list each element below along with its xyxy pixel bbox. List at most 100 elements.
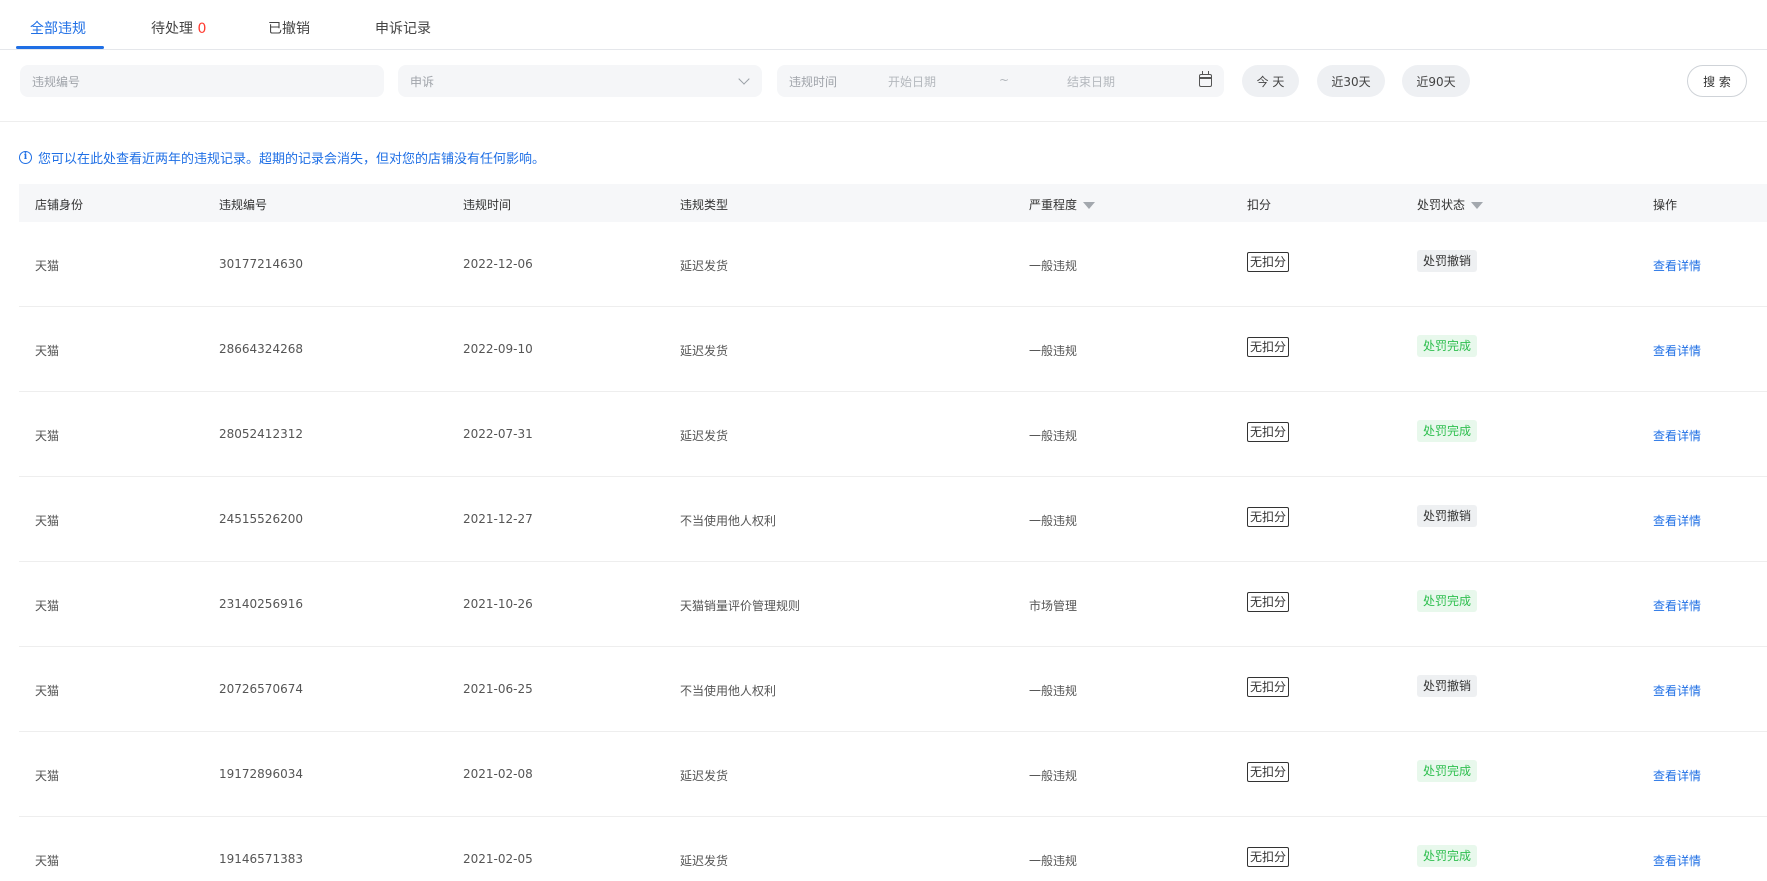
view-details-link[interactable]: 查看详情	[1653, 257, 1701, 274]
points-badge: 无扣分	[1247, 592, 1290, 612]
violation-records-page: 全部违规 待处理 0 已撤销 申诉记录 违规编号 申诉 违规时间 开始日期 ~ …	[0, 0, 1767, 881]
table-row: 天猫 30177214630 2022-12-06 延迟发货 一般违规 无扣分 处罚撤销 查看…	[19, 222, 1767, 307]
points-badge: 无扣分	[1247, 507, 1290, 527]
severity-cell: 一般违规	[1029, 259, 1078, 273]
penalty-status-badge: 处罚完成	[1417, 335, 1478, 357]
info-icon: i	[19, 151, 32, 164]
violation-type-cell: 不当使用他人权利	[680, 684, 777, 698]
points-badge: 无扣分	[1247, 847, 1290, 867]
end-date-input[interactable]: 结束日期	[1067, 73, 1115, 90]
severity-cell: 一般违规	[1029, 769, 1078, 783]
table-row: 天猫 28664324268 2022-09-10 延迟发货 一般违规 无扣分 处罚完成 查看…	[19, 307, 1767, 392]
points-badge: 无扣分	[1247, 422, 1290, 442]
violation-type-cell: 延迟发货	[680, 259, 729, 273]
shop-identity-cell: 天猫	[35, 684, 60, 698]
tab-pending[interactable]: 待处理 0	[151, 18, 206, 38]
quick-range-90-days-button[interactable]: 近90天	[1402, 65, 1470, 97]
violation-number-input[interactable]: 违规编号	[20, 65, 384, 97]
severity-cell: 一般违规	[1029, 684, 1078, 698]
start-date-input[interactable]: 开始日期	[888, 73, 936, 90]
col-header-action: 操作	[1653, 198, 1678, 212]
penalty-status-badge: 处罚完成	[1417, 420, 1478, 442]
col-header-points: 扣分	[1247, 198, 1272, 212]
tab-label: 全部违规	[30, 21, 86, 37]
tab-bar: 全部违规 待处理 0 已撤销 申诉记录	[0, 0, 1767, 50]
violation-number-placeholder: 违规编号	[32, 74, 81, 89]
violation-time-cell: 2022-07-31	[463, 427, 533, 441]
violation-type-cell: 延迟发货	[680, 429, 729, 443]
points-badge: 无扣分	[1247, 677, 1290, 697]
col-header-violation-type: 违规类型	[680, 198, 729, 212]
view-details-link[interactable]: 查看详情	[1653, 342, 1701, 359]
tab-revoked[interactable]: 已撤销	[268, 18, 310, 38]
violation-time-cell: 2022-09-10	[463, 342, 533, 356]
violation-time-cell: 2021-02-05	[463, 852, 533, 866]
col-header-penalty-status[interactable]: 处罚状态	[1417, 196, 1484, 213]
quick-range-today-button[interactable]: 今 天	[1242, 65, 1299, 97]
violation-number-cell: 30177214630	[219, 257, 303, 271]
severity-cell: 一般违规	[1029, 344, 1078, 358]
filter-icon[interactable]	[1471, 202, 1484, 209]
tab-label: 申诉记录	[375, 21, 431, 37]
filter-icon[interactable]	[1083, 202, 1096, 209]
table-header: 店铺身份 违规编号 违规时间 违规类型 严重程度 扣分 处罚状态 操作	[19, 184, 1767, 222]
tab-label: 待处理	[151, 21, 193, 37]
points-badge: 无扣分	[1247, 762, 1290, 782]
appeal-select[interactable]: 申诉	[398, 65, 762, 97]
quick-range-30-days-button[interactable]: 近30天	[1317, 65, 1385, 97]
shop-identity-cell: 天猫	[35, 599, 60, 613]
penalty-status-badge: 处罚完成	[1417, 760, 1478, 782]
view-details-link[interactable]: 查看详情	[1653, 512, 1701, 529]
quick-range-label: 近30天	[1331, 74, 1371, 89]
table-row: 天猫 23140256916 2021-10-26 天猫销量评价管理规则 市场管理 无扣分…	[19, 562, 1767, 647]
search-button[interactable]: 搜 索	[1687, 65, 1747, 97]
shop-identity-cell: 天猫	[35, 344, 60, 358]
points-badge: 无扣分	[1247, 337, 1290, 357]
chevron-down-icon	[738, 73, 750, 85]
pending-count-badge: 0	[197, 21, 207, 37]
quick-range-label: 今 天	[1256, 74, 1285, 89]
col-header-severity[interactable]: 严重程度	[1029, 196, 1096, 213]
table-row: 天猫 20726570674 2021-06-25 不当使用他人权利 一般违规 无扣分 处罚…	[19, 647, 1767, 732]
violation-type-cell: 延迟发货	[680, 854, 729, 868]
violation-number-cell: 28664324268	[219, 342, 303, 356]
points-badge: 无扣分	[1247, 252, 1290, 272]
violation-number-cell: 19172896034	[219, 767, 303, 781]
violation-number-cell: 19146571383	[219, 852, 303, 866]
tab-appeal-records[interactable]: 申诉记录	[375, 18, 431, 38]
violation-time-cell: 2021-12-27	[463, 512, 533, 526]
violation-time-cell: 2021-02-08	[463, 767, 533, 781]
retention-notice-text: 您可以在此处查看近两年的违规记录。超期的记录会消失，但对您的店铺没有任何影响。	[38, 152, 546, 167]
view-details-link[interactable]: 查看详情	[1653, 852, 1701, 869]
table-row: 天猫 28052412312 2022-07-31 延迟发货 一般违规 无扣分 处罚完成 查看…	[19, 392, 1767, 477]
penalty-status-badge: 处罚完成	[1417, 845, 1478, 867]
violation-time-cell: 2022-12-06	[463, 257, 533, 271]
retention-notice: i 您可以在此处查看近两年的违规记录。超期的记录会消失，但对您的店铺没有任何影响…	[19, 148, 545, 167]
violation-number-cell: 28052412312	[219, 427, 303, 441]
appeal-select-value: 申诉	[410, 74, 435, 89]
tab-all-violations[interactable]: 全部违规	[30, 18, 86, 38]
severity-cell: 一般违规	[1029, 854, 1078, 868]
violation-number-cell: 24515526200	[219, 512, 303, 526]
shop-identity-cell: 天猫	[35, 514, 60, 528]
active-tab-indicator	[16, 46, 104, 49]
violation-type-cell: 延迟发货	[680, 344, 729, 358]
table-row: 天猫 19146571383 2021-02-05 延迟发货 一般违规 无扣分 处罚完成 查看…	[19, 817, 1767, 881]
date-range-label: 违规时间	[789, 74, 838, 89]
view-details-link[interactable]: 查看详情	[1653, 682, 1701, 699]
severity-cell: 一般违规	[1029, 429, 1078, 443]
penalty-status-badge: 处罚完成	[1417, 590, 1478, 612]
view-details-link[interactable]: 查看详情	[1653, 427, 1701, 444]
violation-type-cell: 延迟发货	[680, 769, 729, 783]
penalty-status-badge: 处罚撤销	[1417, 250, 1478, 272]
violation-type-cell: 不当使用他人权利	[680, 514, 777, 528]
col-header-violation-no: 违规编号	[219, 198, 268, 212]
table-row: 天猫 19172896034 2021-02-08 延迟发货 一般违规 无扣分 处罚完成 查看…	[19, 732, 1767, 817]
penalty-status-badge: 处罚撤销	[1417, 675, 1478, 697]
date-range-separator: ~	[999, 73, 1010, 87]
view-details-link[interactable]: 查看详情	[1653, 597, 1701, 614]
calendar-icon[interactable]	[1199, 71, 1212, 87]
violation-date-range-picker[interactable]: 违规时间 开始日期 ~ 结束日期	[777, 65, 1224, 97]
search-button-label: 搜 索	[1703, 74, 1731, 89]
view-details-link[interactable]: 查看详情	[1653, 767, 1701, 784]
